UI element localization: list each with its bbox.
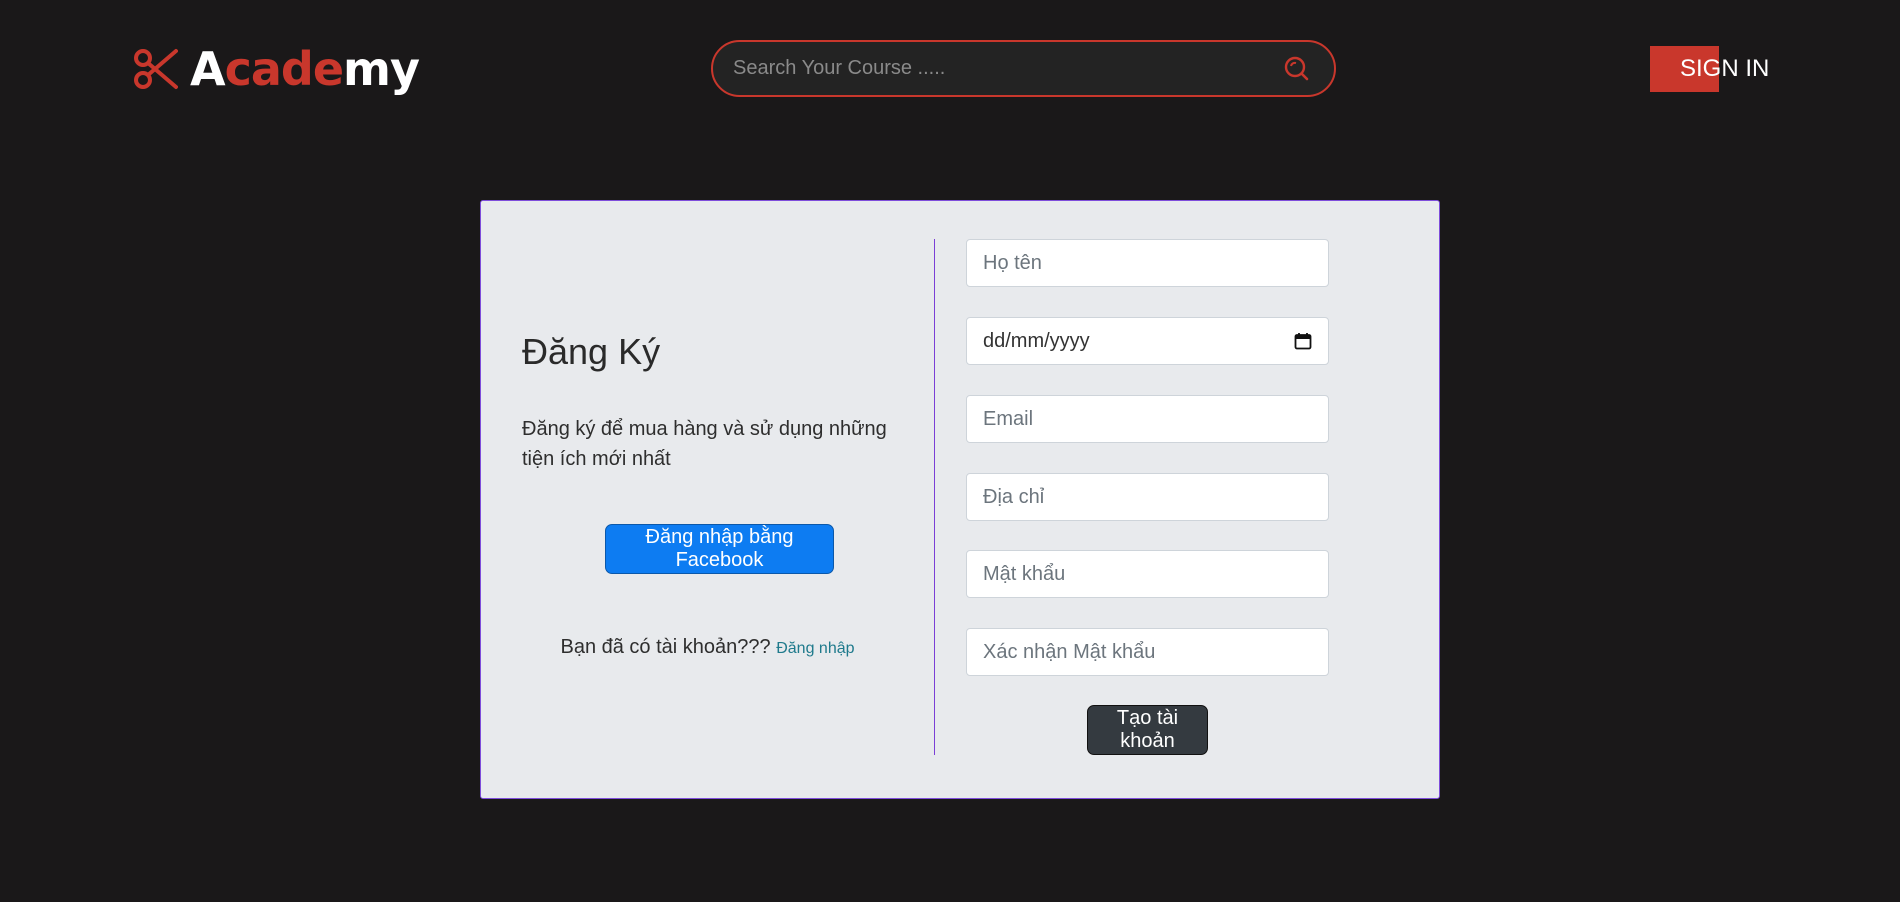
confirm-password-field — [966, 628, 1329, 676]
email-input[interactable] — [983, 407, 1312, 431]
have-account-text: Bạn đã có tài khoản??? — [560, 636, 771, 658]
logo-text: Academy — [190, 42, 420, 96]
signin-button[interactable]: SIGN IN — [1650, 46, 1769, 92]
search-input[interactable] — [733, 57, 1273, 80]
logo-text-part: my — [343, 42, 420, 96]
login-link[interactable]: Đăng nhập — [776, 640, 854, 657]
logo[interactable]: Academy — [134, 42, 420, 96]
dob-field[interactable]: dd/mm/yyyy — [966, 317, 1329, 365]
password-input[interactable] — [983, 562, 1312, 586]
fullname-field — [966, 239, 1329, 287]
signup-title: Đăng Ký — [522, 331, 661, 372]
fullname-input[interactable] — [983, 251, 1312, 275]
search-bar — [711, 40, 1336, 97]
signup-description: Đăng ký để mua hàng và sử dụng những tiệ… — [522, 418, 887, 470]
vertical-divider — [934, 239, 935, 755]
address-field — [966, 473, 1329, 521]
create-account-button[interactable]: Tạo tài khoản — [1087, 705, 1208, 755]
search-icon[interactable] — [1282, 55, 1310, 83]
scissors-icon — [134, 49, 178, 89]
logo-text-part: cade — [224, 42, 344, 96]
signup-card: Đăng Ký Đăng ký để mua hàng và sử dụng n… — [480, 200, 1440, 799]
signin-label: SIGN IN — [1680, 55, 1770, 82]
logo-text-part: A — [190, 42, 226, 96]
confirm-password-input[interactable] — [983, 640, 1312, 664]
calendar-icon[interactable] — [1294, 332, 1312, 350]
facebook-login-button[interactable]: Đăng nhập bằng Facebook — [605, 524, 834, 574]
dob-input[interactable]: dd/mm/yyyy — [983, 330, 1294, 353]
address-input[interactable] — [983, 485, 1312, 509]
password-field — [966, 550, 1329, 598]
email-field — [966, 395, 1329, 443]
have-account-line: Bạn đã có tài khoản??? Đăng nhập — [481, 636, 934, 659]
